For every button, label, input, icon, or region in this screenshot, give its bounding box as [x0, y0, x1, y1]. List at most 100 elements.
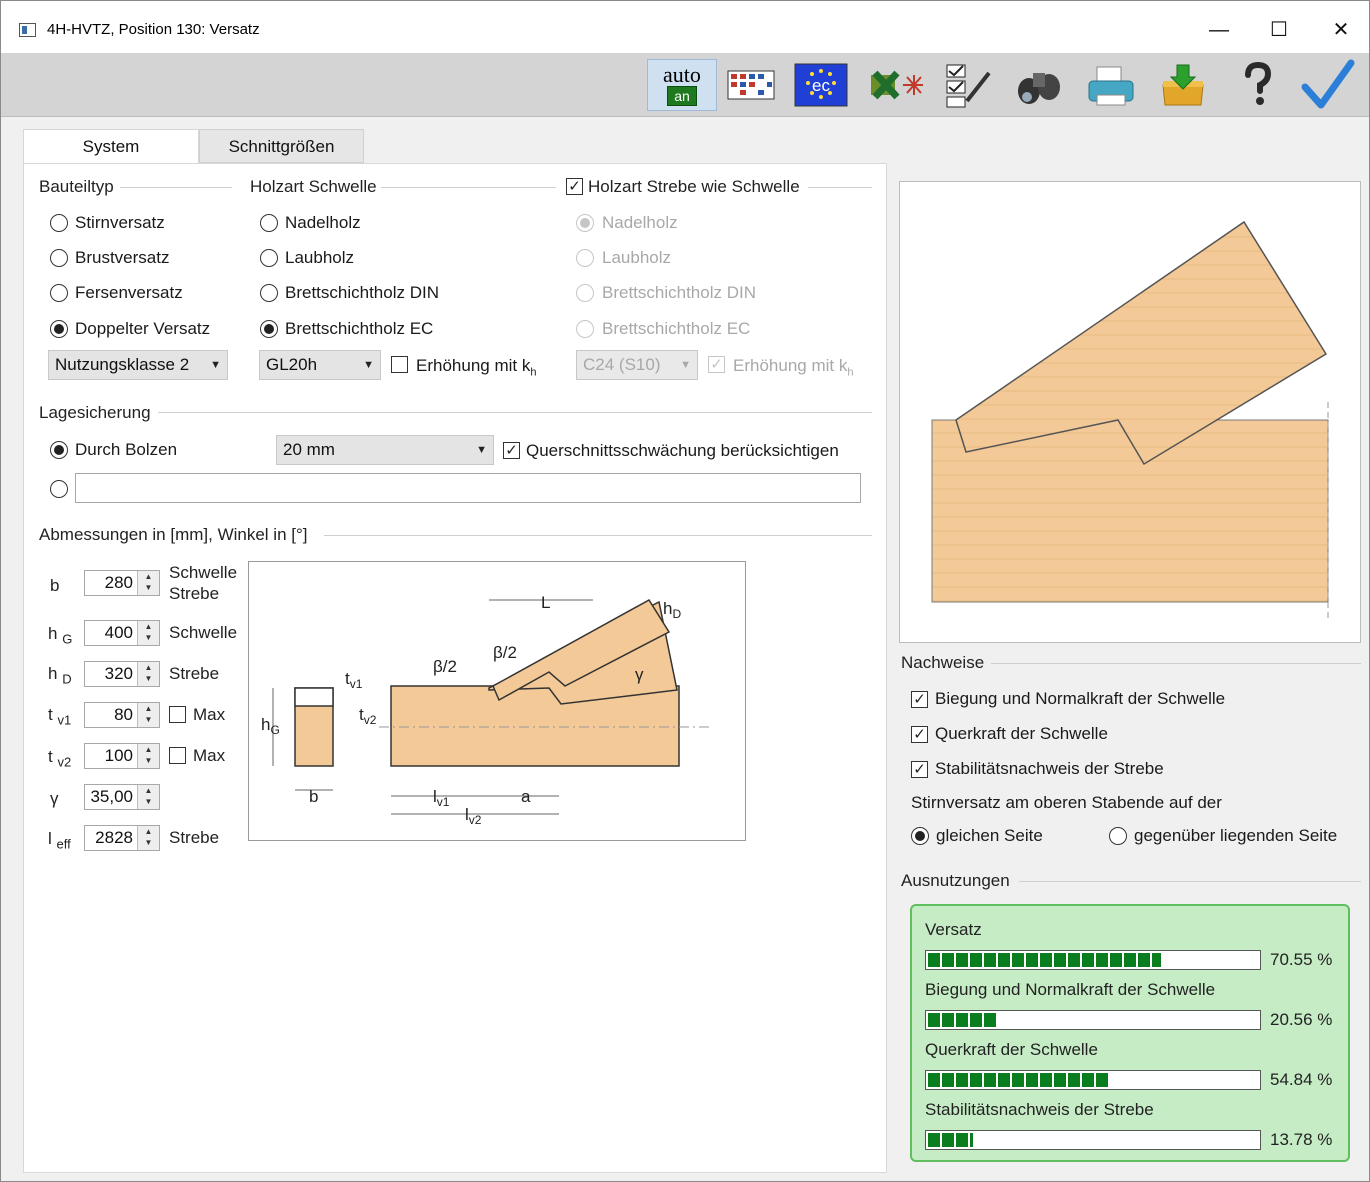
dim-tv1-symbol: t	[48, 705, 53, 724]
spinner-arrows-icon[interactable]: ▲ ▼	[137, 621, 159, 645]
ok-button[interactable]	[1299, 59, 1355, 111]
radio-stirnversatz[interactable]	[50, 214, 68, 232]
dim-input-b[interactable]: 280 ▲ ▼	[84, 570, 160, 596]
chevron-down-icon: ▼	[363, 359, 374, 371]
label-l: L	[541, 593, 550, 612]
eurocode-button[interactable]: ec	[793, 59, 849, 111]
label-strebe-bsh-ec: Brettschichtholz EC	[602, 319, 751, 338]
strebe-grade-value: C24 (S10)	[583, 355, 661, 374]
grid-button[interactable]	[723, 59, 779, 111]
spinner-arrows-icon[interactable]: ▲ ▼	[137, 785, 159, 809]
ausnutzung-versatz-fill	[928, 953, 1161, 967]
bolzen-select[interactable]: 20 mm ▼	[276, 435, 494, 465]
export-button[interactable]	[867, 59, 923, 111]
dim-input-hg[interactable]: 400 ▲ ▼	[84, 620, 160, 646]
spinner-arrows-icon[interactable]: ▲ ▼	[137, 703, 159, 727]
svg-text:ec: ec	[812, 76, 830, 95]
help-button[interactable]	[1229, 59, 1285, 111]
tab-schnittgroessen[interactable]: Schnittgrößen	[199, 129, 364, 163]
eurocode-icon: ec	[794, 63, 848, 107]
ausnutzungen-box: Versatz 70.55 % Biegung und Normalkraft …	[910, 904, 1350, 1162]
radio-schwelle-bsh-din[interactable]	[260, 284, 278, 302]
checklist-button[interactable]	[939, 59, 995, 111]
title-bar: 4H-HVTZ, Position 130: Versatz — ☐ ✕	[1, 1, 1369, 53]
tv2-max-checkbox[interactable]	[169, 747, 186, 764]
schwelle-erhoehung-text: Erhöhung mit k	[416, 356, 531, 375]
radio-schwelle-laubholz[interactable]	[260, 249, 278, 267]
nachweis-querkraft-checkbox[interactable]: ✓	[911, 726, 928, 743]
nachweis-stabilitaet-checkbox[interactable]: ✓	[911, 761, 928, 778]
radio-fersenversatz[interactable]	[50, 284, 68, 302]
cross-section-strebe	[294, 687, 334, 707]
label-durch-bolzen: Durch Bolzen	[75, 440, 178, 459]
print-button[interactable]	[1083, 59, 1139, 111]
ausnutzung-querkraft-fill	[928, 1073, 1109, 1087]
dim-label-b: b	[50, 576, 59, 596]
radio-strebe-bsh-ec[interactable]	[576, 320, 594, 338]
ausnutzung-stabilitaet-bar	[925, 1130, 1261, 1150]
search-button[interactable]	[1011, 59, 1067, 111]
dim-input-gamma[interactable]: 35,00 ▲ ▼	[84, 784, 160, 810]
dim-input-tv1[interactable]: 80 ▲ ▼	[84, 702, 160, 728]
holzart-strebe-checkbox[interactable]: ✓	[566, 178, 583, 195]
spinner-arrows-icon[interactable]: ▲ ▼	[137, 662, 159, 686]
nutzungsklasse-select[interactable]: Nutzungsklasse 2 ▼	[48, 350, 228, 380]
dim-input-tv2[interactable]: 100 ▲ ▼	[84, 743, 160, 769]
radio-doppelter-versatz[interactable]	[50, 320, 68, 338]
dim-tv2-value: 100	[104, 746, 133, 765]
dim-tv2-sub: v2	[57, 754, 72, 770]
ausnutzung-biegung-label: Biegung und Normalkraft der Schwelle	[925, 980, 1216, 999]
minimize-button[interactable]: —	[1197, 15, 1241, 45]
radio-strebe-laubholz[interactable]	[576, 249, 594, 267]
strebe-grade-select[interactable]: C24 (S10) ▼	[576, 350, 698, 380]
radio-schwelle-bsh-ec[interactable]	[260, 320, 278, 338]
tv2-max-label: Max	[193, 746, 226, 765]
nachweise-label: Nachweise	[901, 653, 989, 673]
radio-gleiche-seite[interactable]	[911, 827, 929, 845]
tv1-max-checkbox[interactable]	[169, 706, 186, 723]
ausnutzung-biegung-bar	[925, 1010, 1261, 1030]
schwelle-erhoehung-checkbox[interactable]	[391, 356, 408, 373]
radio-gegenueber-seite[interactable]	[1109, 827, 1127, 845]
dim-hd-value: 320	[104, 664, 133, 683]
printer-icon	[1088, 66, 1134, 106]
dim-tv2-symbol: t	[48, 747, 53, 766]
ausnutzungen-divider	[1019, 881, 1361, 882]
radio-strebe-bsh-din[interactable]	[576, 284, 594, 302]
dim-label-hd: h D	[48, 664, 72, 686]
querschnitt-checkbox[interactable]: ✓	[503, 442, 520, 459]
close-button[interactable]: ✕	[1319, 15, 1363, 45]
strebe-erhoehung-checkbox[interactable]: ✓	[708, 356, 725, 373]
ausnutzung-biegung-fill	[928, 1013, 996, 1027]
save-button[interactable]	[1155, 59, 1211, 111]
dim-hd-symbol: h	[48, 664, 58, 683]
custom-lagesicherung-input[interactable]	[75, 473, 861, 503]
schwelle-grade-select[interactable]: GL20h ▼	[259, 350, 381, 380]
spinner-arrows-icon[interactable]: ▲ ▼	[137, 571, 159, 595]
radio-durch-bolzen[interactable]	[50, 441, 68, 459]
dim-gamma-value: 35,00	[90, 787, 133, 806]
radio-schwelle-nadelholz[interactable]	[260, 214, 278, 232]
radio-brustversatz[interactable]	[50, 249, 68, 267]
label-fersenversatz: Fersenversatz	[75, 283, 183, 302]
spinner-arrows-icon[interactable]: ▲ ▼	[137, 744, 159, 768]
dim-b-value: 280	[104, 573, 133, 592]
window-title: 4H-HVTZ, Position 130: Versatz	[47, 21, 260, 38]
radio-strebe-nadelholz[interactable]	[576, 214, 594, 232]
dim-input-leff[interactable]: 2828 ▲ ▼	[84, 825, 160, 851]
label-beta-1: β/2	[433, 657, 457, 676]
ausnutzung-versatz-value: 70.55 %	[1270, 950, 1333, 969]
radio-custom-lagesicherung[interactable]	[50, 480, 68, 498]
joint-sketch: L hD β/2 β/2 γ tv1 tv2 hG b lv1 a lv2	[261, 593, 709, 827]
auto-toggle-button[interactable]: auto an	[647, 59, 717, 111]
nachweis-biegung-checkbox[interactable]: ✓	[911, 691, 928, 708]
ausnutzungen-label: Ausnutzungen	[901, 871, 1014, 891]
dim-input-hd[interactable]: 320 ▲ ▼	[84, 661, 160, 687]
ausnutzung-querkraft-label: Querkraft der Schwelle	[925, 1040, 1098, 1059]
tab-system[interactable]: System	[23, 129, 199, 165]
maximize-button[interactable]: ☐	[1257, 15, 1301, 45]
ausnutzung-versatz-bar	[925, 950, 1261, 970]
spinner-arrows-icon[interactable]: ▲ ▼	[137, 826, 159, 850]
label-hg: hG	[261, 715, 280, 737]
label-strebe-laubholz: Laubholz	[602, 248, 672, 267]
